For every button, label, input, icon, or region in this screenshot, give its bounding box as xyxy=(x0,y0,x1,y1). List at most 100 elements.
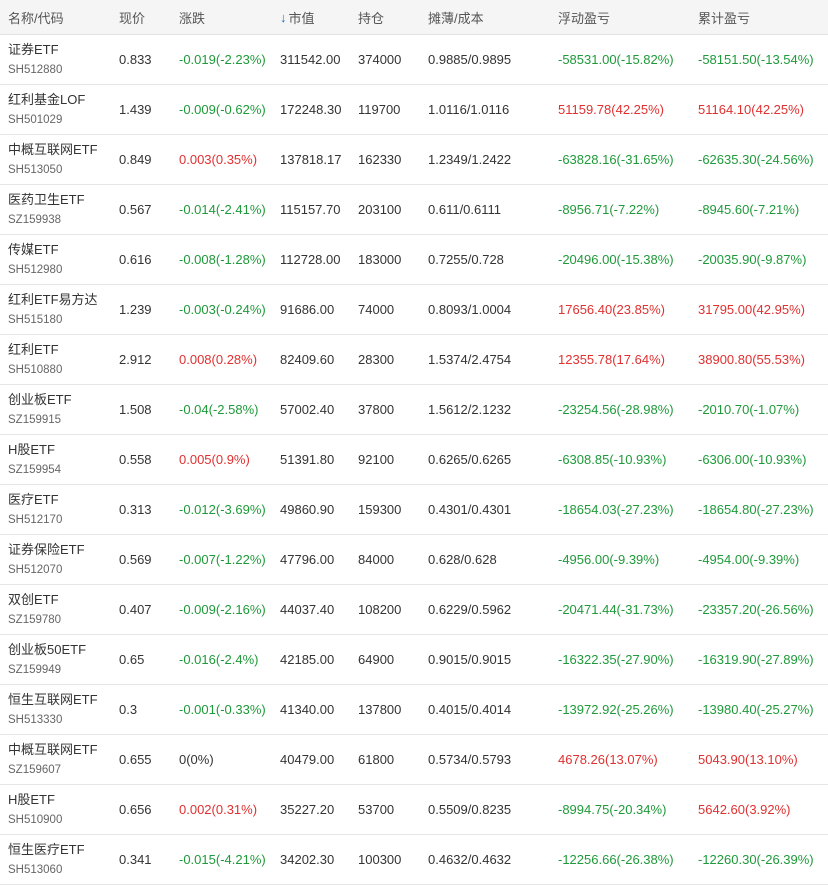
floating-pl-cell: 4678.26(13.07%) xyxy=(558,752,658,767)
accum-pl-cell: -62635.30(-24.56%) xyxy=(698,152,814,167)
accum-pl-cell: -13980.40(-25.27%) xyxy=(698,702,814,717)
col-header-accum-pl[interactable]: 累计盈亏 xyxy=(698,0,750,34)
cost-cell: 0.4301/0.4301 xyxy=(428,502,512,517)
holding-cell: 28300 xyxy=(358,352,395,367)
name-cell: 中概互联网ETF SZ159607 xyxy=(8,735,98,784)
fund-name: 红利ETF易方达 xyxy=(8,291,98,307)
col-header-name-label: 名称/代码 xyxy=(8,10,64,26)
fund-code: SH513330 xyxy=(8,713,63,726)
name-cell: 红利基金LOF SH501029 xyxy=(8,85,85,134)
table-row[interactable]: 医药卫生ETF SZ159938 0.567 -0.014(-2.41%) 11… xyxy=(0,185,828,235)
table-body: 证券ETF SH512880 0.833 -0.019(-2.23%) 3115… xyxy=(0,35,828,885)
market-value-cell: 49860.90 xyxy=(280,502,335,517)
holding-cell: 84000 xyxy=(358,552,395,567)
holdings-table: 名称/代码 现价 涨跌 ↓ 市值 持仓 摊薄/成本 浮动盈亏 累计盈亏 证券ET… xyxy=(0,0,828,885)
fund-code: SH510880 xyxy=(8,363,63,376)
table-row[interactable]: 中概互联网ETF SH513050 0.849 0.003(0.35%) 137… xyxy=(0,135,828,185)
holding-cell: 159300 xyxy=(358,502,402,517)
table-row[interactable]: 创业板ETF SZ159915 1.508 -0.04(-2.58%) 5700… xyxy=(0,385,828,435)
cost-cell: 0.4015/0.4014 xyxy=(428,702,512,717)
table-row[interactable]: 传媒ETF SH512980 0.616 -0.008(-1.28%) 1127… xyxy=(0,235,828,285)
col-header-change[interactable]: 涨跌 xyxy=(179,0,205,34)
table-row[interactable]: 红利基金LOF SH501029 1.439 -0.009(-0.62%) 17… xyxy=(0,85,828,135)
floating-pl-cell: -6308.85(-10.93%) xyxy=(558,452,667,467)
price-cell: 1.508 xyxy=(119,402,152,417)
fund-code: SH510900 xyxy=(8,813,63,826)
fund-name: 证券ETF xyxy=(8,41,59,57)
table-row[interactable]: 创业板50ETF SZ159949 0.65 -0.016(-2.4%) 421… xyxy=(0,635,828,685)
name-cell: H股ETF SZ159954 xyxy=(8,435,61,484)
fund-code: SH501029 xyxy=(8,113,63,126)
col-header-price[interactable]: 现价 xyxy=(119,0,145,34)
cost-cell: 0.5509/0.8235 xyxy=(428,802,512,817)
holding-cell: 61800 xyxy=(358,752,395,767)
col-header-cost[interactable]: 摊薄/成本 xyxy=(428,0,484,34)
floating-pl-cell: -8994.75(-20.34%) xyxy=(558,802,667,817)
price-cell: 0.558 xyxy=(119,452,152,467)
cost-cell: 0.7255/0.728 xyxy=(428,252,504,267)
table-row[interactable]: 恒生互联网ETF SH513330 0.3 -0.001(-0.33%) 413… xyxy=(0,685,828,735)
cost-cell: 0.9885/0.9895 xyxy=(428,52,512,67)
table-row[interactable]: H股ETF SZ159954 0.558 0.005(0.9%) 51391.8… xyxy=(0,435,828,485)
market-value-cell: 82409.60 xyxy=(280,352,335,367)
name-cell: H股ETF SH510900 xyxy=(8,785,62,834)
col-header-market-value-label: 市值 xyxy=(288,10,315,26)
table-row[interactable]: 恒生医疗ETF SH513060 0.341 -0.015(-4.21%) 34… xyxy=(0,835,828,885)
holding-cell: 374000 xyxy=(358,52,402,67)
fund-code: SZ159938 xyxy=(8,213,62,226)
table-row[interactable]: 双创ETF SZ159780 0.407 -0.009(-2.16%) 4403… xyxy=(0,585,828,635)
market-value-cell: 91686.00 xyxy=(280,302,335,317)
col-header-holding[interactable]: 持仓 xyxy=(358,0,384,34)
market-value-cell: 311542.00 xyxy=(280,52,341,67)
col-header-holding-label: 持仓 xyxy=(358,10,385,26)
floating-pl-cell: -63828.16(-31.65%) xyxy=(558,152,674,167)
change-cell: -0.001(-0.33%) xyxy=(179,702,266,717)
name-cell: 红利ETF SH510880 xyxy=(8,335,62,384)
name-cell: 红利ETF易方达 SH515180 xyxy=(8,285,98,334)
fund-code: SZ159780 xyxy=(8,613,62,626)
table-row[interactable]: 医疗ETF SH512170 0.313 -0.012(-3.69%) 4986… xyxy=(0,485,828,535)
table-row[interactable]: 中概互联网ETF SZ159607 0.655 0(0%) 40479.00 6… xyxy=(0,735,828,785)
fund-name: 双创ETF xyxy=(8,591,59,607)
table-row[interactable]: H股ETF SH510900 0.656 0.002(0.31%) 35227.… xyxy=(0,785,828,835)
accum-pl-cell: 38900.80(55.53%) xyxy=(698,352,805,367)
col-header-name[interactable]: 名称/代码 xyxy=(8,0,64,34)
price-cell: 0.407 xyxy=(119,602,152,617)
table-row[interactable]: 红利ETF易方达 SH515180 1.239 -0.003(-0.24%) 9… xyxy=(0,285,828,335)
price-cell: 0.3 xyxy=(119,702,138,717)
floating-pl-cell: -18654.03(-27.23%) xyxy=(558,502,674,517)
holding-cell: 37800 xyxy=(358,402,395,417)
name-cell: 恒生医疗ETF SH513060 xyxy=(8,835,85,884)
name-cell: 医药卫生ETF SZ159938 xyxy=(8,185,85,234)
cost-cell: 1.0116/1.0116 xyxy=(428,102,510,117)
change-cell: 0.005(0.9%) xyxy=(179,452,250,467)
table-row[interactable]: 证券ETF SH512880 0.833 -0.019(-2.23%) 3115… xyxy=(0,35,828,85)
table-row[interactable]: 红利ETF SH510880 2.912 0.008(0.28%) 82409.… xyxy=(0,335,828,385)
holding-cell: 137800 xyxy=(358,702,402,717)
table-row[interactable]: 证券保险ETF SH512070 0.569 -0.007(-1.22%) 47… xyxy=(0,535,828,585)
price-cell: 0.655 xyxy=(119,752,152,767)
accum-pl-cell: -23357.20(-26.56%) xyxy=(698,602,814,617)
fund-code: SZ159915 xyxy=(8,413,62,426)
change-cell: -0.012(-3.69%) xyxy=(179,502,266,517)
cost-cell: 0.6229/0.5962 xyxy=(428,602,512,617)
col-header-floating-pl[interactable]: 浮动盈亏 xyxy=(558,0,610,34)
name-cell: 证券保险ETF SH512070 xyxy=(8,535,85,584)
holding-cell: 74000 xyxy=(358,302,395,317)
cost-cell: 0.6265/0.6265 xyxy=(428,452,512,467)
accum-pl-cell: -12260.30(-26.39%) xyxy=(698,852,814,867)
market-value-cell: 137818.17 xyxy=(280,152,342,167)
fund-name: H股ETF xyxy=(8,441,55,457)
table-header: 名称/代码 现价 涨跌 ↓ 市值 持仓 摊薄/成本 浮动盈亏 累计盈亏 xyxy=(0,0,828,35)
fund-name: 中概互联网ETF xyxy=(8,741,98,757)
market-value-cell: 34202.30 xyxy=(280,852,335,867)
accum-pl-cell: -4954.00(-9.39%) xyxy=(698,552,800,567)
col-header-market-value[interactable]: ↓ 市值 xyxy=(280,0,315,34)
price-cell: 0.569 xyxy=(119,552,152,567)
price-cell: 0.341 xyxy=(119,852,152,867)
accum-pl-cell: 51164.10(42.25%) xyxy=(698,102,805,117)
floating-pl-cell: -4956.00(-9.39%) xyxy=(558,552,660,567)
fund-name: H股ETF xyxy=(8,791,55,807)
name-cell: 中概互联网ETF SH513050 xyxy=(8,135,98,184)
name-cell: 恒生互联网ETF SH513330 xyxy=(8,685,98,734)
